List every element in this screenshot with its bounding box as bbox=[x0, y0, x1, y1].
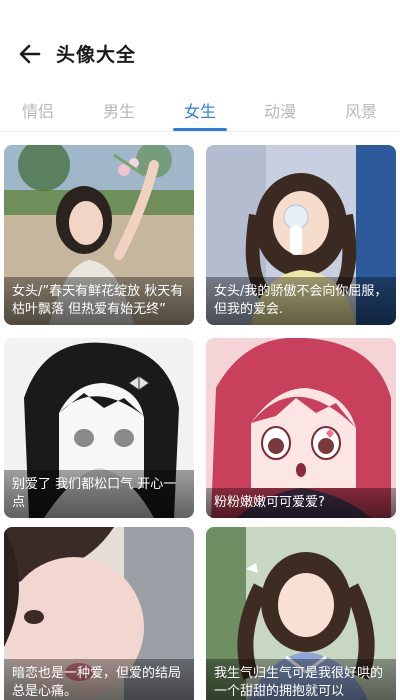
tab-anime[interactable]: 动漫 bbox=[245, 98, 315, 122]
avatar-card[interactable]: 我生气归生气可是我很好哄的一个甜甜的拥抱就可以 bbox=[206, 527, 396, 700]
avatar-card[interactable]: 暗恋也是一种爱，但爱的结局总是心痛。 bbox=[4, 527, 194, 700]
avatar-card[interactable]: 女头/我的骄傲不会向你屈服，但我的爱会. bbox=[206, 145, 396, 325]
avatar-caption: 别爱了 我们都松口气 开心一点 bbox=[4, 470, 194, 518]
active-tab-indicator bbox=[173, 128, 227, 131]
avatar-card[interactable]: 粉粉嫩嫩可可爱爱? bbox=[206, 338, 396, 518]
tab-scenery[interactable]: 风景 bbox=[326, 98, 396, 122]
avatar-caption: 女头/”春天有鲜花绽放 秋天有枯叶飘落 但热爱有始无终” bbox=[4, 277, 194, 325]
app-header: 头像大全 bbox=[0, 0, 400, 90]
avatar-caption: 我生气归生气可是我很好哄的一个甜甜的拥抱就可以 bbox=[206, 659, 396, 700]
avatar-card[interactable]: 女头/”春天有鲜花绽放 秋天有枯叶飘落 但热爱有始无终” bbox=[4, 145, 194, 325]
avatar-caption: 暗恋也是一种爱，但爱的结局总是心痛。 bbox=[4, 659, 194, 700]
page-title: 头像大全 bbox=[56, 44, 137, 66]
arrow-left-icon bbox=[19, 44, 41, 64]
back-button[interactable] bbox=[14, 38, 46, 70]
avatar-caption: 女头/我的骄傲不会向你屈服，但我的爱会. bbox=[206, 277, 396, 325]
tab-boys[interactable]: 男生 bbox=[84, 98, 154, 122]
category-tabs: 情侣 男生 女生 动漫 风景 bbox=[0, 90, 400, 132]
avatar-caption: 粉粉嫩嫩可可爱爱? bbox=[206, 488, 396, 518]
tab-couple[interactable]: 情侣 bbox=[3, 98, 73, 122]
avatar-card[interactable]: 别爱了 我们都松口气 开心一点 bbox=[4, 338, 194, 518]
tab-girls[interactable]: 女生 bbox=[165, 98, 235, 122]
